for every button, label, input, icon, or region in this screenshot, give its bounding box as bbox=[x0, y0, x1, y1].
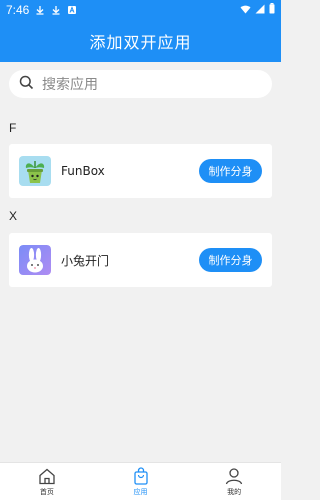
rabbit-icon bbox=[19, 245, 51, 275]
nav-item-apps[interactable]: 应用 bbox=[94, 463, 188, 500]
bottom-nav: 首页 应用 我的 bbox=[0, 462, 281, 500]
section-header-f: F bbox=[9, 121, 17, 135]
search-icon bbox=[19, 75, 34, 94]
nav-item-mine[interactable]: 我的 bbox=[187, 463, 281, 500]
home-icon bbox=[39, 468, 55, 484]
download-icon bbox=[51, 5, 61, 15]
battery-icon bbox=[269, 3, 275, 17]
nav-item-home[interactable]: 首页 bbox=[0, 463, 94, 500]
app-item-funbox: FunBox 制作分身 bbox=[9, 144, 272, 198]
app-bar: 添加双开应用 bbox=[0, 20, 281, 62]
notification-a-icon bbox=[67, 5, 77, 15]
search-placeholder: 搜索应用 bbox=[42, 77, 98, 93]
make-clone-button[interactable]: 制作分身 bbox=[199, 159, 262, 183]
plant-pot-icon bbox=[19, 156, 51, 186]
status-bar: 7:46 bbox=[0, 0, 281, 20]
user-icon bbox=[226, 467, 243, 484]
section-header-x: X bbox=[9, 209, 18, 223]
download-icon bbox=[35, 5, 45, 15]
nav-label: 应用 bbox=[133, 487, 148, 496]
wifi-icon bbox=[240, 4, 251, 17]
signal-icon bbox=[255, 4, 265, 17]
search-input[interactable]: 搜索应用 bbox=[9, 70, 272, 98]
nav-label: 首页 bbox=[39, 487, 54, 496]
app-name: FunBox bbox=[61, 164, 105, 178]
nav-label: 我的 bbox=[227, 487, 242, 496]
shopping-bag-icon bbox=[133, 466, 148, 485]
make-clone-button[interactable]: 制作分身 bbox=[199, 248, 262, 272]
app-item-xiaotu-kaimen: 小兔开门 制作分身 bbox=[9, 233, 272, 287]
page-title: 添加双开应用 bbox=[89, 33, 192, 52]
status-time: 7:46 bbox=[6, 3, 30, 17]
app-name: 小兔开门 bbox=[61, 253, 110, 268]
